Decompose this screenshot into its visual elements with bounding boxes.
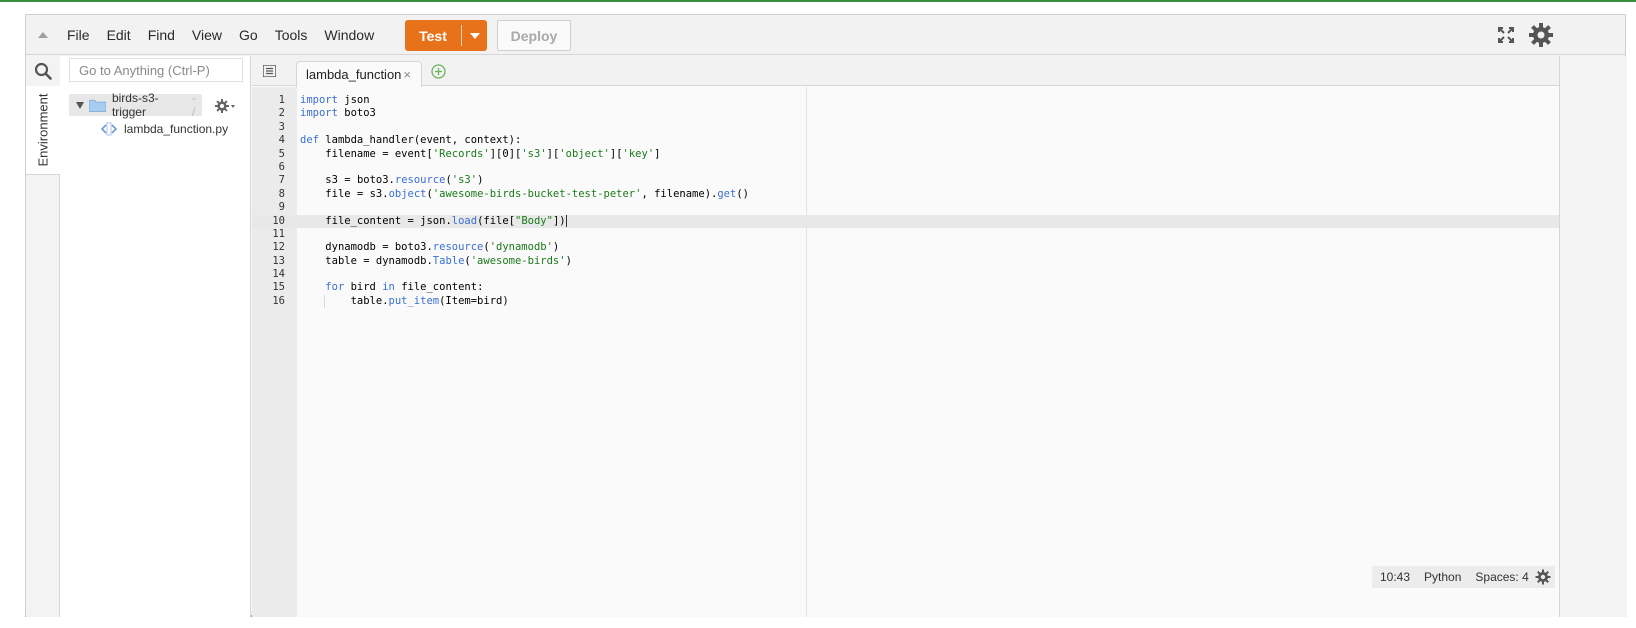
close-icon[interactable]: × [403, 67, 411, 82]
code-file-icon [101, 122, 117, 136]
code-line[interactable]: 9 [252, 201, 1559, 214]
window-top-border [0, 0, 1636, 2]
code-text: table = dynamodb.Table('awesome-birds') [325, 254, 572, 267]
code-line[interactable]: 2 import boto3 [252, 107, 1559, 120]
fullscreen-icon[interactable] [1497, 26, 1515, 44]
code-line[interactable]: 7 s3 = boto3.resource('s3') [252, 174, 1559, 187]
test-button-group: Test [405, 20, 487, 51]
line-number: 5 [278, 147, 285, 160]
menu-go[interactable]: Go [239, 27, 258, 43]
line-number: 12 [272, 241, 285, 254]
line-number: 9 [278, 201, 285, 214]
code-text: dynamodb = boto3.resource('dynamodb') [325, 241, 560, 254]
status-gear-icon[interactable] [1535, 569, 1551, 585]
code-line[interactable]: 5 filename = event['Records'][0]['s3']['… [252, 148, 1559, 161]
code-line[interactable]: 6 [252, 161, 1559, 174]
line-number: 16 [272, 294, 285, 307]
code-line[interactable]: 1 import json [252, 94, 1559, 107]
code-line[interactable]: 14 [252, 268, 1559, 281]
tab-lambda-function[interactable]: lambda_function × [296, 61, 422, 87]
menu-edit[interactable]: Edit [107, 27, 131, 43]
tab-environment[interactable]: Environment [26, 86, 60, 175]
tab-label: lambda_function [306, 67, 402, 82]
code-editor[interactable]: 1 import json 2 import boto3 3 4 def lambda_ha… [252, 87, 1559, 617]
caret-down-icon [469, 32, 480, 39]
code-line[interactable]: 4 def lambda_handler(event, context): [252, 134, 1559, 147]
tree-settings-gear-icon[interactable] [214, 98, 236, 114]
code-text: for bird in file_content: [325, 281, 484, 294]
line-number: 1 [278, 94, 285, 106]
deploy-button[interactable]: Deploy [497, 20, 571, 51]
code-line[interactable]: 15 for bird in file_content: [252, 281, 1559, 294]
editor-tabbar: lambda_function × [252, 56, 1559, 87]
line-number: 6 [278, 160, 285, 173]
indent-setting[interactable]: Spaces: 4 [1475, 570, 1528, 584]
file-tree-panel: birds-s3-trigger - / lambda_function.py [60, 56, 251, 617]
collapse-menubar-icon[interactable] [38, 32, 48, 38]
main-menu: File Edit Find View Go Tools Window [67, 15, 391, 55]
line-number: 7 [278, 174, 285, 187]
line-number: 3 [278, 120, 285, 133]
tree-root-folder[interactable]: birds-s3-trigger - / [69, 91, 202, 119]
side-tabs: Environment [26, 86, 60, 617]
preferences-gear-icon[interactable] [1528, 22, 1554, 48]
code-text: import boto3 [300, 107, 376, 120]
test-dropdown-button[interactable] [462, 20, 487, 51]
right-side-panel [1559, 56, 1627, 617]
line-number: 4 [278, 134, 285, 147]
environment-tab-label: Environment [35, 93, 51, 167]
ide-window: File Edit Find View Go Tools Window Test… [25, 14, 1627, 617]
code-text: file_content = json.load(file["Body"]) [325, 214, 567, 227]
code-line[interactable]: 16 table.put_item(Item=bird) [252, 294, 1559, 309]
test-button[interactable]: Test [405, 20, 461, 51]
line-number: 11 [272, 227, 285, 240]
language-mode[interactable]: Python [1424, 570, 1461, 584]
code-line[interactable]: 11 [252, 228, 1559, 241]
line-number: 10 [272, 214, 285, 227]
line-number: 15 [272, 281, 285, 294]
menu-find[interactable]: Find [148, 27, 175, 43]
root-folder-path: - / [191, 91, 196, 119]
expand-triangle-icon[interactable] [76, 101, 84, 109]
code-text: table.put_item(Item=bird) [350, 294, 509, 307]
code-line[interactable]: 3 [252, 121, 1559, 134]
search-icon[interactable] [34, 62, 52, 80]
line-number: 8 [278, 187, 285, 200]
code-text: s3 = boto3.resource('s3') [325, 174, 484, 187]
new-tab-plus-icon[interactable] [431, 64, 446, 79]
menu-file[interactable]: File [67, 27, 90, 43]
code-line[interactable]: 8 file = s3.object('awesome-birds-bucket… [252, 188, 1559, 201]
tabs-menu-icon[interactable] [263, 65, 276, 77]
goto-anything-input[interactable] [69, 58, 243, 82]
cursor-position[interactable]: 10:43 [1380, 570, 1410, 584]
menu-tools[interactable]: Tools [275, 27, 308, 43]
code-lines: 1 import json 2 import boto3 3 4 def lambda_ha… [252, 94, 1559, 309]
code-text: file = s3.object('awesome-birds-bucket-t… [325, 187, 749, 200]
text-cursor [565, 214, 567, 227]
code-text: def lambda_handler(event, context): [300, 134, 522, 147]
code-text: import json [300, 94, 370, 106]
search-column [26, 56, 60, 86]
status-bar: 10:43 Python Spaces: 4 [1372, 566, 1555, 588]
editor-area: lambda_function × 1 import json 2 import bo… [252, 56, 1559, 617]
root-folder-label: birds-s3-trigger [111, 91, 159, 119]
code-line[interactable]: 13 table = dynamodb.Table('awesome-birds… [252, 255, 1559, 268]
line-number: 14 [272, 268, 285, 281]
menu-view[interactable]: View [192, 27, 222, 43]
code-line[interactable]: 12 dynamodb = boto3.resource('dynamodb') [252, 241, 1559, 254]
code-text: filename = event['Records'][0]['s3']['ob… [325, 147, 661, 160]
file-label: lambda_function.py [124, 122, 229, 136]
tree-file-lambda[interactable]: lambda_function.py [101, 119, 228, 139]
line-number: 13 [272, 254, 285, 267]
code-line[interactable]: 10 file_content = json.load(file["Body"]… [252, 214, 1559, 228]
menu-window[interactable]: Window [324, 27, 374, 43]
line-number: 2 [278, 107, 285, 120]
menubar: File Edit Find View Go Tools Window Test… [26, 15, 1625, 55]
folder-icon [89, 99, 106, 112]
